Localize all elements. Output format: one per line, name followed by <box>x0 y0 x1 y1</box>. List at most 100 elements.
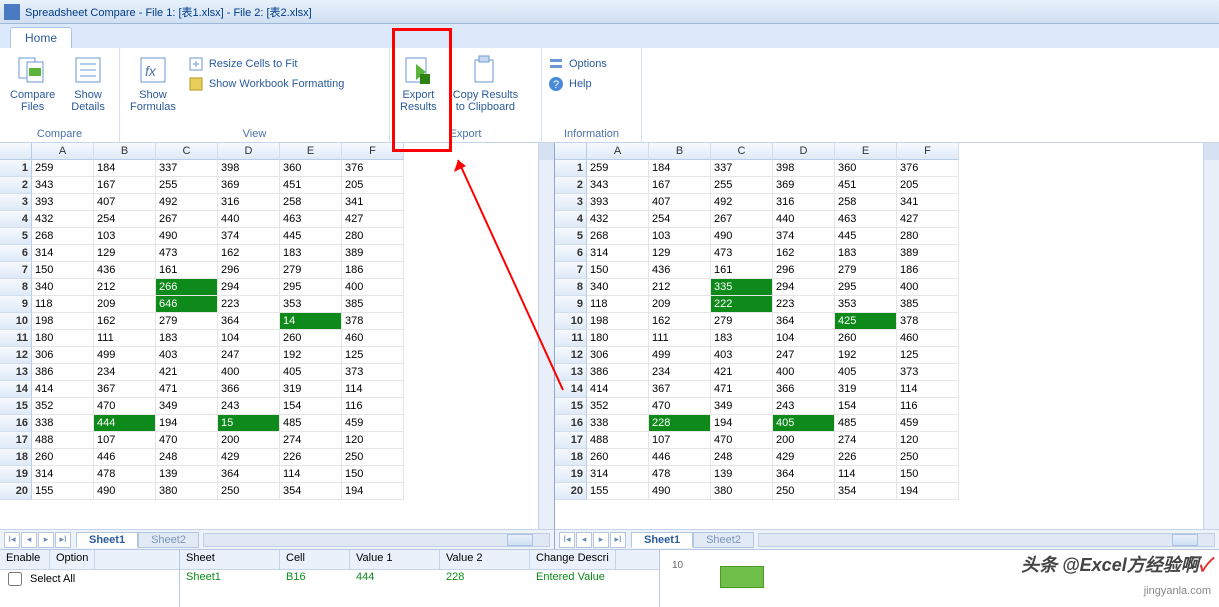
cell[interactable]: 393 <box>587 194 649 211</box>
row-header[interactable]: 16 <box>0 415 32 432</box>
cell[interactable]: 445 <box>280 228 342 245</box>
row-header[interactable]: 10 <box>0 313 32 330</box>
cell[interactable]: 429 <box>218 449 280 466</box>
col-header[interactable]: C <box>156 143 218 160</box>
cell[interactable]: 471 <box>711 381 773 398</box>
cell[interactable]: 380 <box>711 483 773 500</box>
cell[interactable]: 451 <box>280 177 342 194</box>
cell[interactable]: 125 <box>342 347 404 364</box>
row-header[interactable]: 13 <box>555 364 587 381</box>
row-header[interactable]: 12 <box>555 347 587 364</box>
cell[interactable]: 259 <box>587 160 649 177</box>
cell[interactable]: 314 <box>587 466 649 483</box>
cell[interactable]: 266 <box>156 279 218 296</box>
cell[interactable]: 470 <box>156 432 218 449</box>
row-header[interactable]: 5 <box>0 228 32 245</box>
cell[interactable]: 373 <box>897 364 959 381</box>
cell[interactable]: 118 <box>587 296 649 313</box>
cell[interactable]: 485 <box>280 415 342 432</box>
cell[interactable]: 243 <box>218 398 280 415</box>
sheet-tab-1[interactable]: Sheet1 <box>76 532 138 548</box>
row-header[interactable]: 2 <box>555 177 587 194</box>
cell[interactable]: 414 <box>32 381 94 398</box>
cell[interactable]: 440 <box>218 211 280 228</box>
cell[interactable]: 247 <box>218 347 280 364</box>
cell[interactable]: 247 <box>773 347 835 364</box>
cell[interactable]: 150 <box>342 466 404 483</box>
cell[interactable]: 341 <box>342 194 404 211</box>
cell[interactable]: 407 <box>649 194 711 211</box>
row-header[interactable]: 18 <box>0 449 32 466</box>
cell[interactable]: 260 <box>835 330 897 347</box>
cell[interactable]: 349 <box>711 398 773 415</box>
row-header[interactable]: 3 <box>555 194 587 211</box>
cell[interactable]: 280 <box>342 228 404 245</box>
cell[interactable]: 380 <box>156 483 218 500</box>
cell[interactable]: 274 <box>835 432 897 449</box>
cell[interactable]: 386 <box>32 364 94 381</box>
col-header[interactable]: D <box>773 143 835 160</box>
cell[interactable]: 306 <box>32 347 94 364</box>
cell[interactable]: 250 <box>218 483 280 500</box>
row-header[interactable]: 19 <box>555 466 587 483</box>
cell[interactable]: 314 <box>32 245 94 262</box>
cell[interactable]: 436 <box>94 262 156 279</box>
cell[interactable]: 279 <box>156 313 218 330</box>
cell[interactable]: 373 <box>342 364 404 381</box>
cell[interactable]: 319 <box>280 381 342 398</box>
cell[interactable]: 139 <box>711 466 773 483</box>
cell[interactable]: 120 <box>897 432 959 449</box>
cell[interactable]: 183 <box>156 330 218 347</box>
nav-last[interactable]: ▸I <box>610 532 626 548</box>
row-header[interactable]: 20 <box>0 483 32 500</box>
row-header[interactable]: 3 <box>0 194 32 211</box>
cell[interactable]: 421 <box>711 364 773 381</box>
cell[interactable]: 340 <box>32 279 94 296</box>
cell[interactable]: 209 <box>94 296 156 313</box>
cell[interactable]: 385 <box>342 296 404 313</box>
cell[interactable]: 259 <box>32 160 94 177</box>
cell[interactable]: 226 <box>280 449 342 466</box>
vertical-scrollbar[interactable] <box>1203 143 1219 529</box>
cell[interactable]: 116 <box>342 398 404 415</box>
horizontal-scrollbar[interactable] <box>758 533 1215 547</box>
row-header[interactable]: 7 <box>555 262 587 279</box>
cell[interactable]: 234 <box>649 364 711 381</box>
cell[interactable]: 107 <box>94 432 156 449</box>
cell[interactable]: 499 <box>94 347 156 364</box>
nav-last[interactable]: ▸I <box>55 532 71 548</box>
cell[interactable]: 260 <box>587 449 649 466</box>
cell[interactable]: 445 <box>835 228 897 245</box>
cell[interactable]: 228 <box>649 415 711 432</box>
compare-files-button[interactable]: Compare Files <box>6 52 59 115</box>
cell[interactable]: 403 <box>711 347 773 364</box>
cell[interactable]: 295 <box>835 279 897 296</box>
show-details-button[interactable]: Show Details <box>67 52 109 115</box>
cell[interactable]: 248 <box>711 449 773 466</box>
cell[interactable]: 186 <box>897 262 959 279</box>
cell[interactable]: 139 <box>156 466 218 483</box>
cell[interactable]: 470 <box>649 398 711 415</box>
col-header[interactable]: F <box>342 143 404 160</box>
cell[interactable]: 111 <box>649 330 711 347</box>
cell[interactable]: 116 <box>897 398 959 415</box>
cell[interactable]: 162 <box>218 245 280 262</box>
cell[interactable]: 209 <box>649 296 711 313</box>
cell[interactable]: 364 <box>773 466 835 483</box>
cell[interactable]: 114 <box>342 381 404 398</box>
cell[interactable]: 374 <box>218 228 280 245</box>
row-header[interactable]: 15 <box>555 398 587 415</box>
cell[interactable]: 184 <box>649 160 711 177</box>
cell[interactable]: 274 <box>280 432 342 449</box>
cell[interactable]: 364 <box>773 313 835 330</box>
col-header[interactable]: E <box>280 143 342 160</box>
col-header[interactable]: C <box>711 143 773 160</box>
cell[interactable]: 268 <box>32 228 94 245</box>
cell[interactable]: 103 <box>649 228 711 245</box>
col-header[interactable]: A <box>587 143 649 160</box>
cell[interactable]: 161 <box>156 262 218 279</box>
cell[interactable]: 374 <box>773 228 835 245</box>
cell[interactable]: 432 <box>32 211 94 228</box>
cell[interactable]: 226 <box>835 449 897 466</box>
cell[interactable]: 490 <box>156 228 218 245</box>
